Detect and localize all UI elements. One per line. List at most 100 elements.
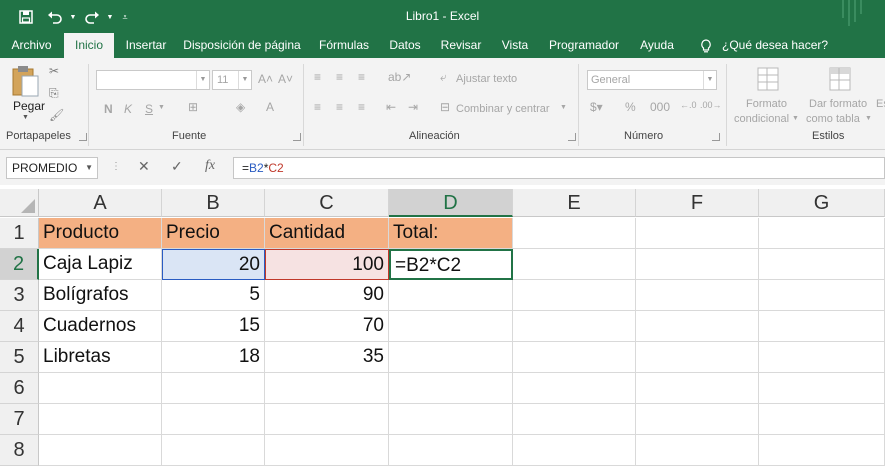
column-header-a[interactable]: A [39, 189, 162, 217]
row-header-1[interactable]: 1 [0, 218, 39, 249]
cell-e1[interactable] [513, 218, 636, 249]
tab-insertar[interactable]: Insertar [120, 33, 172, 58]
increase-decimal-icon[interactable]: ←.0 [680, 100, 697, 110]
number-launcher-icon[interactable] [712, 133, 720, 141]
cell-g3[interactable] [759, 280, 885, 311]
cell-g6[interactable] [759, 373, 885, 404]
number-format-combo[interactable]: General ▼ [587, 70, 717, 90]
cell-a1[interactable]: Producto [39, 218, 162, 249]
chevron-down-icon[interactable]: ▼ [560, 104, 567, 111]
format-as-table-button[interactable]: Dar formato como tabla ▼ [806, 64, 872, 128]
cut-icon[interactable]: ✂ [49, 64, 59, 78]
column-header-d[interactable]: D [389, 189, 513, 217]
cell-c1[interactable]: Cantidad [265, 218, 389, 249]
row-header-7[interactable]: 7 [0, 404, 39, 435]
copy-icon[interactable]: ⎘ [49, 86, 59, 101]
merge-center-button[interactable]: Combinar y centrar [456, 103, 550, 115]
cell-e7[interactable] [513, 404, 636, 435]
cell-d5[interactable] [389, 342, 513, 373]
cell-g8[interactable] [759, 435, 885, 466]
bold-button[interactable]: N [104, 102, 113, 116]
font-color-icon[interactable]: A [266, 100, 274, 114]
alignment-launcher-icon[interactable] [568, 133, 576, 141]
tab-vista[interactable]: Vista [494, 33, 536, 58]
cell-e5[interactable] [513, 342, 636, 373]
column-header-e[interactable]: E [513, 189, 636, 217]
row-header-2[interactable]: 2 [0, 249, 39, 280]
cell-a7[interactable] [39, 404, 162, 435]
cell-c5[interactable]: 35 [265, 342, 389, 373]
cell-e3[interactable] [513, 280, 636, 311]
tab-disposicion[interactable]: Disposición de página [180, 33, 304, 58]
merge-icon[interactable]: ⊟ [440, 100, 450, 114]
align-center-icon[interactable]: ≡ [336, 100, 343, 114]
select-all-button[interactable] [0, 189, 39, 217]
cell-c3[interactable]: 90 [265, 280, 389, 311]
cell-g5[interactable] [759, 342, 885, 373]
cell-b8[interactable] [162, 435, 265, 466]
insert-function-button[interactable]: fx [205, 158, 215, 174]
row-header-8[interactable]: 8 [0, 435, 39, 466]
cell-f5[interactable] [636, 342, 759, 373]
cell-d4[interactable] [389, 311, 513, 342]
formula-input[interactable]: =B2*C2 [233, 157, 885, 179]
font-launcher-icon[interactable] [293, 133, 301, 141]
tab-formulas[interactable]: Fórmulas [313, 33, 375, 58]
cell-g4[interactable] [759, 311, 885, 342]
cell-g2[interactable] [759, 249, 885, 280]
fill-color-icon[interactable]: ◈ [236, 100, 245, 114]
cell-d1[interactable]: Total: [389, 218, 513, 249]
cell-b4[interactable]: 15 [162, 311, 265, 342]
tab-ayuda[interactable]: Ayuda [634, 33, 680, 58]
cell-d3[interactable] [389, 280, 513, 311]
cell-a3[interactable]: Bolígrafos [39, 280, 162, 311]
cell-d7[interactable] [389, 404, 513, 435]
column-header-g[interactable]: G [759, 189, 885, 217]
row-header-3[interactable]: 3 [0, 280, 39, 311]
cell-b7[interactable] [162, 404, 265, 435]
tab-inicio[interactable]: Inicio [64, 33, 114, 58]
cell-f2[interactable] [636, 249, 759, 280]
cell-e4[interactable] [513, 311, 636, 342]
cell-d8[interactable] [389, 435, 513, 466]
orientation-icon[interactable]: ab↗ [388, 70, 411, 84]
conditional-format-button[interactable]: Formato condicional ▼ [734, 64, 800, 128]
cell-b1[interactable]: Precio [162, 218, 265, 249]
cell-e8[interactable] [513, 435, 636, 466]
increase-indent-icon[interactable]: ⇥ [408, 100, 418, 114]
cell-c4[interactable]: 70 [265, 311, 389, 342]
chevron-down-icon[interactable]: ▼ [158, 104, 165, 111]
paste-button[interactable]: Pegar ▼ [10, 64, 45, 121]
enter-formula-button[interactable]: ✓ [171, 158, 183, 175]
chevron-down-icon[interactable]: ▼ [85, 158, 93, 178]
cell-e6[interactable] [513, 373, 636, 404]
tab-revisar[interactable]: Revisar [437, 33, 485, 58]
italic-button[interactable]: K [124, 102, 132, 116]
cell-a4[interactable]: Cuadernos [39, 311, 162, 342]
row-header-5[interactable]: 5 [0, 342, 39, 373]
grow-font-icon[interactable]: A˄ [258, 72, 273, 86]
cell-f6[interactable] [636, 373, 759, 404]
column-header-c[interactable]: C [265, 189, 389, 217]
cell-a8[interactable] [39, 435, 162, 466]
wrap-text-icon[interactable]: ⤶ [440, 70, 447, 85]
wrap-text-button[interactable]: Ajustar texto [456, 73, 517, 85]
cell-b6[interactable] [162, 373, 265, 404]
decrease-indent-icon[interactable]: ⇤ [386, 100, 396, 114]
cell-a6[interactable] [39, 373, 162, 404]
cancel-formula-button[interactable]: ✕ [138, 158, 150, 175]
borders-icon[interactable]: ⊞ [188, 100, 198, 114]
row-header-6[interactable]: 6 [0, 373, 39, 404]
cell-d6[interactable] [389, 373, 513, 404]
tab-archivo[interactable]: Archivo [4, 33, 59, 58]
align-bottom-icon[interactable]: ≡ [358, 70, 365, 84]
cell-b3[interactable]: 5 [162, 280, 265, 311]
row-header-4[interactable]: 4 [0, 311, 39, 342]
format-painter-icon[interactable]: 🖌 [49, 108, 64, 122]
comma-icon[interactable]: 000 [650, 100, 670, 114]
cell-b5[interactable]: 18 [162, 342, 265, 373]
align-right-icon[interactable]: ≡ [358, 100, 365, 114]
font-name-combo[interactable]: ▼ [96, 70, 210, 90]
cell-g1[interactable] [759, 218, 885, 249]
name-box[interactable]: PROMEDIO ▼ [6, 157, 98, 179]
